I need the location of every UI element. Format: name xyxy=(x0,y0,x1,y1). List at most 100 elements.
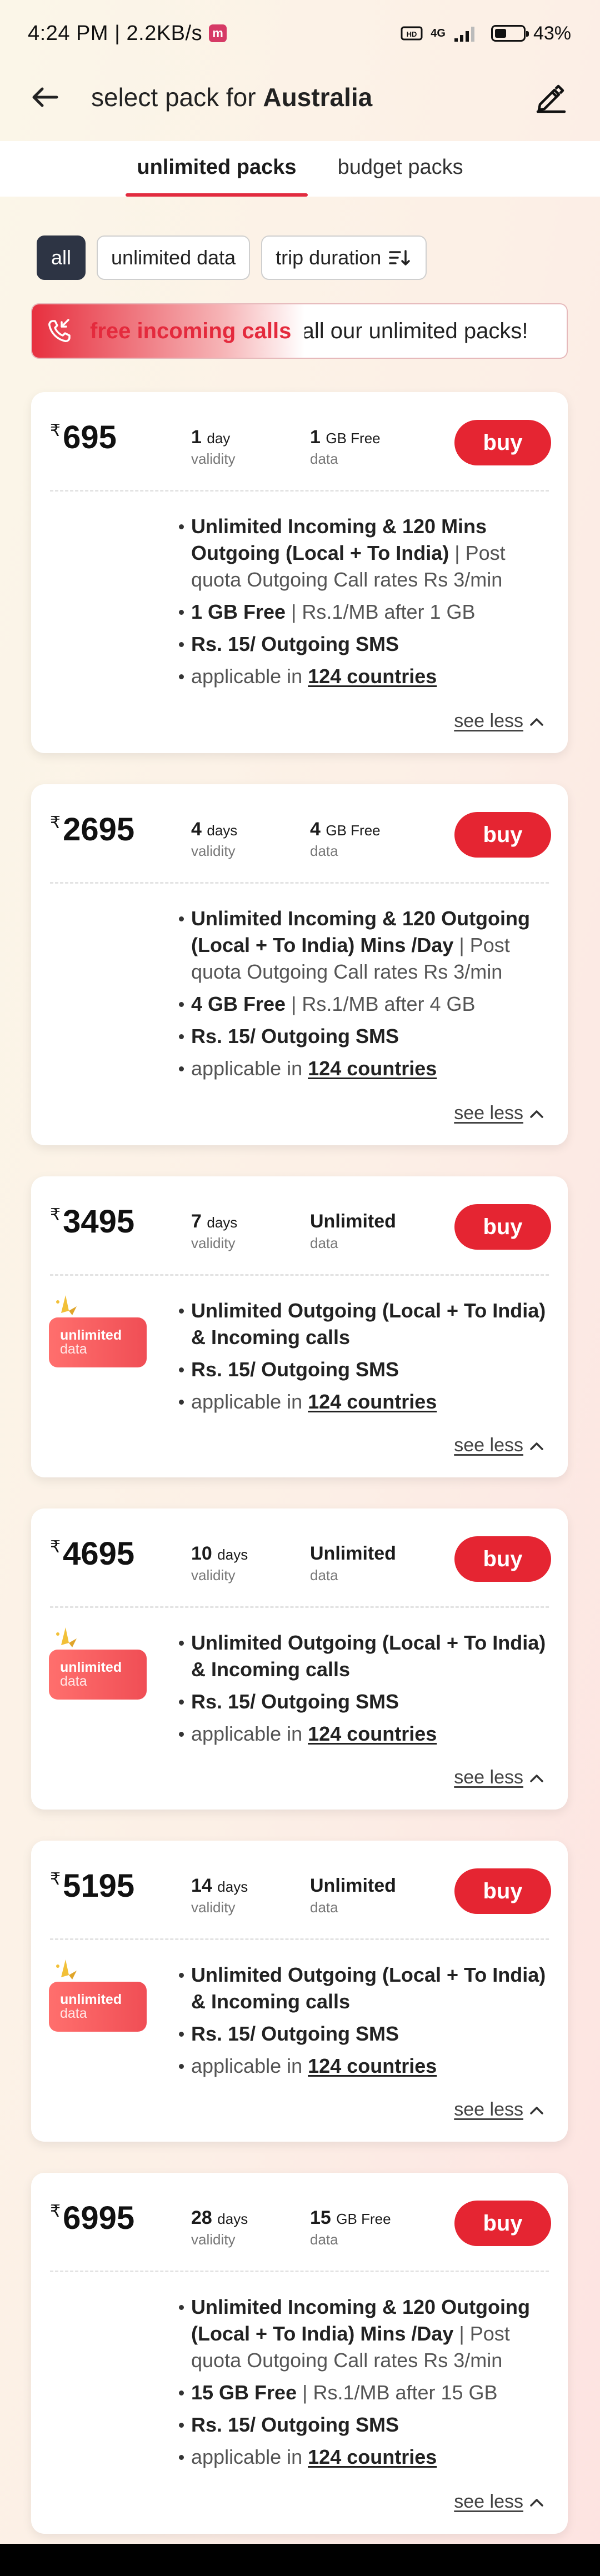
svg-text:HD: HD xyxy=(407,30,417,38)
buy-button[interactable]: buy xyxy=(454,1204,551,1250)
see-less-label: see less xyxy=(454,2491,523,2512)
buy-button[interactable]: buy xyxy=(454,2201,551,2246)
pack-features: Unlimited Incoming & 120 Outgoing (Local… xyxy=(179,905,549,1082)
pack-feature-bold: Unlimited Outgoing (Local + To India) & … xyxy=(191,1963,546,2013)
see-less-toggle[interactable]: see less xyxy=(454,1102,544,1124)
pack-feature: Unlimited Incoming & 120 Mins Outgoing (… xyxy=(179,513,549,593)
tab-budget-packs[interactable]: budget packs xyxy=(322,141,479,197)
pack-feature: Rs. 15/ Outgoing SMS xyxy=(179,2412,549,2438)
validity-label: validity xyxy=(191,1567,236,1583)
applicable-prefix: applicable in xyxy=(191,665,308,688)
buy-button[interactable]: buy xyxy=(454,812,551,858)
pack-validity: 7 days validity xyxy=(191,1211,237,1252)
data-label: data xyxy=(310,1235,338,1251)
countries-link[interactable]: 124 countries xyxy=(308,1057,437,1080)
app-header: select pack for Australia xyxy=(0,67,600,128)
pack-data: Unlimited data xyxy=(310,1543,396,1584)
applicable-prefix: applicable in xyxy=(191,1057,308,1080)
filter-chip-trip-duration-label: trip duration xyxy=(276,246,382,269)
phone-incoming-icon xyxy=(39,310,80,352)
pack-card: ₹3495 7 days validity Unlimited data buy… xyxy=(31,1176,568,1477)
validity-label: validity xyxy=(191,2231,236,2248)
network-type-label: 4G xyxy=(431,27,446,39)
banner-ribbon: free incoming calls xyxy=(32,304,304,358)
applicable-prefix: applicable in xyxy=(191,1390,308,1413)
status-icons: HD 4G 43% xyxy=(401,23,571,44)
pack-feature-bold: Unlimited Outgoing (Local + To India) & … xyxy=(191,1631,546,1681)
validity-unit: day xyxy=(207,430,231,447)
data-unit: GB Free xyxy=(326,430,381,447)
chevron-up-icon xyxy=(530,2106,543,2114)
pack-validity: 10 days validity xyxy=(191,1543,248,1584)
data-amount: Unlimited xyxy=(310,1543,396,1564)
unlimited-data-badge: unlimited data xyxy=(49,1294,149,1377)
filter-chip-all[interactable]: all xyxy=(37,235,86,280)
validity-label: validity xyxy=(191,1899,236,1916)
validity-label: validity xyxy=(191,1235,236,1251)
data-amount: 15 xyxy=(310,2207,331,2228)
validity-label: validity xyxy=(191,450,236,467)
tab-unlimited-packs[interactable]: unlimited packs xyxy=(121,141,312,197)
pack-validity: 14 days validity xyxy=(191,1875,248,1916)
pack-card: ₹2695 4 days validity 4 GB Free data buy… xyxy=(31,784,568,1145)
validity-amount: 1 xyxy=(191,427,202,448)
pack-feature-bold: 15 GB Free xyxy=(191,2381,297,2404)
countries-link[interactable]: 124 countries xyxy=(308,2445,437,2468)
status-time: 4:24 PM | 2.2KB/s xyxy=(28,21,203,45)
countries-link[interactable]: 124 countries xyxy=(308,665,437,688)
countries-link[interactable]: 124 countries xyxy=(308,1390,437,1413)
pack-feature-bold: Rs. 15/ Outgoing SMS xyxy=(191,1690,399,1713)
currency-symbol: ₹ xyxy=(50,814,61,832)
see-less-label: see less xyxy=(454,1102,523,1124)
banner-highlight: free incoming calls xyxy=(90,318,292,343)
filter-chips: all unlimited data trip duration xyxy=(37,235,427,280)
currency-symbol: ₹ xyxy=(50,2202,61,2221)
pack-features: Unlimited Outgoing (Local + To India) & … xyxy=(179,1630,549,1747)
data-unit: GB Free xyxy=(326,822,381,839)
page-title-country: Australia xyxy=(263,83,373,112)
see-less-toggle[interactable]: see less xyxy=(454,2099,544,2121)
data-label: data xyxy=(310,1567,338,1583)
validity-unit: days xyxy=(217,1546,248,1563)
back-button[interactable] xyxy=(31,81,64,114)
pack-feature-countries: applicable in 124 countries xyxy=(179,2444,549,2470)
unlimited-data-pill: unlimited data xyxy=(49,1317,147,1367)
pack-price: ₹4695 xyxy=(50,1535,134,1572)
buy-button[interactable]: buy xyxy=(454,420,551,465)
see-less-toggle[interactable]: see less xyxy=(454,710,544,732)
data-label: data xyxy=(310,450,338,467)
data-amount: Unlimited xyxy=(310,1875,396,1896)
edit-country-button[interactable] xyxy=(532,79,569,116)
buy-button[interactable]: buy xyxy=(454,1536,551,1582)
see-less-toggle[interactable]: see less xyxy=(454,2491,544,2513)
countries-link[interactable]: 124 countries xyxy=(308,1722,437,1745)
validity-amount: 14 xyxy=(191,1875,212,1896)
pack-feature: Unlimited Outgoing (Local + To India) & … xyxy=(179,1297,549,1351)
validity-unit: days xyxy=(207,822,238,839)
status-bar: 4:24 PM | 2.2KB/s m HD 4G 43% xyxy=(0,0,600,67)
chevron-up-icon xyxy=(530,1442,543,1450)
pack-validity: 1 day validity xyxy=(191,427,235,468)
currency-symbol: ₹ xyxy=(50,1870,61,1888)
see-less-label: see less xyxy=(454,2099,523,2120)
pack-feature: 15 GB Free | Rs.1/MB after 15 GB xyxy=(179,2379,549,2406)
pack-feature-detail: | Rs.1/MB after 15 GB xyxy=(297,2381,498,2404)
pack-data: 15 GB Free data xyxy=(310,2207,391,2248)
pack-feature-bold: Rs. 15/ Outgoing SMS xyxy=(191,2022,399,2045)
pack-price: ₹3495 xyxy=(50,1203,134,1240)
filter-chip-trip-duration[interactable]: trip duration xyxy=(261,235,427,280)
see-less-toggle[interactable]: see less xyxy=(454,1767,544,1788)
pack-card: ₹695 1 day validity 1 GB Free data buy U… xyxy=(31,392,568,753)
unlimited-data-pill: unlimited data xyxy=(49,1982,147,2032)
pack-feature-countries: applicable in 124 countries xyxy=(179,1721,549,1747)
see-less-toggle[interactable]: see less xyxy=(454,1435,544,1456)
validity-unit: days xyxy=(217,1878,248,1895)
buy-button[interactable]: buy xyxy=(454,1868,551,1914)
pack-feature-detail: | Rs.1/MB after 1 GB xyxy=(286,600,476,623)
filter-chip-unlimited-data[interactable]: unlimited data xyxy=(97,235,251,280)
pack-feature: Rs. 15/ Outgoing SMS xyxy=(179,631,549,658)
pack-features: Unlimited Outgoing (Local + To India) & … xyxy=(179,1962,549,2079)
pack-card: ₹5195 14 days validity Unlimited data bu… xyxy=(31,1841,568,2142)
countries-link[interactable]: 124 countries xyxy=(308,2054,437,2077)
data-amount: 4 xyxy=(310,819,321,840)
